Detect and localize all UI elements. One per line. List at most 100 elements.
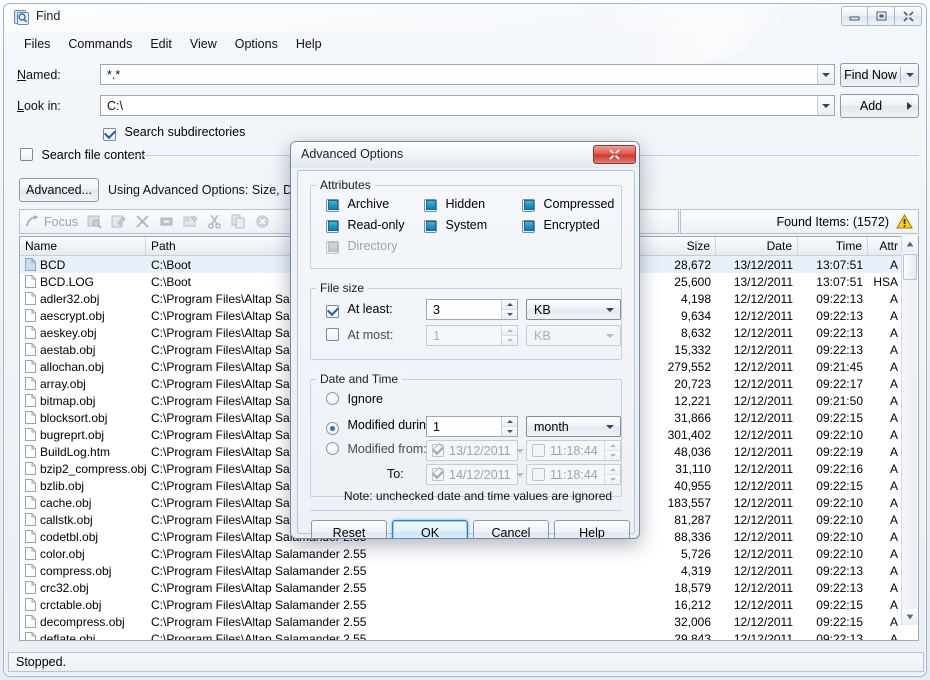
remove-icon[interactable] <box>253 213 271 231</box>
encrypted-checkbox[interactable] <box>522 219 535 233</box>
dialog-close-button[interactable] <box>593 145 636 164</box>
table-row[interactable]: compress.obj C:\Program Files\Altap Salam… <box>20 562 918 579</box>
at-most-row[interactable]: At most: <box>326 328 393 342</box>
modified-during-unit-arrow[interactable] <box>600 424 620 429</box>
column-header-attr[interactable]: Attr <box>868 237 903 255</box>
results-vertical-scrollbar[interactable] <box>901 236 918 625</box>
table-row[interactable]: crctable.obj C:\Program Files\Altap Salam… <box>20 596 918 613</box>
menu-options[interactable]: Options <box>226 35 287 53</box>
modified-from-date-dropdown-arrow <box>515 448 524 453</box>
table-row[interactable]: color.obj C:\Program Files\Altap Salamand… <box>20 545 918 562</box>
table-row[interactable]: deflate.obj C:\Program Files\Altap Salama… <box>20 630 918 641</box>
lookin-combo[interactable]: C:\ <box>100 95 835 116</box>
cell-time: 09:22:19 <box>816 444 863 459</box>
column-header-date[interactable]: Date <box>716 237 798 255</box>
attribute-compressed-row[interactable]: Compressed <box>522 197 614 212</box>
find-now-dropdown-arrow[interactable] <box>901 64 918 86</box>
named-input[interactable]: *.* <box>101 68 817 82</box>
modified-during-spin-buttons[interactable] <box>501 417 517 436</box>
hidden-checkbox[interactable] <box>424 198 437 212</box>
find-now-button[interactable]: Find Now <box>840 63 919 87</box>
at-least-unit-combo[interactable]: KB <box>526 299 621 320</box>
maximize-button[interactable] <box>868 6 895 26</box>
close-button[interactable] <box>895 6 922 26</box>
at-least-spin-buttons[interactable] <box>501 300 517 319</box>
search-file-content-label: Search file content <box>41 148 146 162</box>
scroll-down-button[interactable] <box>902 609 918 625</box>
at-least-value[interactable]: 3 <box>427 303 501 317</box>
menu-edit[interactable]: Edit <box>141 35 181 53</box>
search-subdirectories-row[interactable]: Search subdirectories <box>103 125 245 141</box>
at-least-row[interactable]: At least: <box>326 302 393 318</box>
read-only-checkbox[interactable] <box>326 219 339 233</box>
column-header-name[interactable]: Name <box>20 237 146 255</box>
scroll-thumb[interactable] <box>903 254 917 280</box>
minimize-button[interactable] <box>841 6 868 26</box>
at-most-checkbox[interactable] <box>326 328 339 341</box>
cancel-button[interactable]: Cancel <box>473 520 549 538</box>
copy-icon[interactable] <box>229 213 247 231</box>
attribute-readonly-row[interactable]: Read-only <box>326 218 404 233</box>
modified-during-spin-up[interactable] <box>502 417 517 426</box>
archive-checkbox[interactable] <box>326 198 339 212</box>
cell-name: blocksort.obj <box>20 411 146 425</box>
delete-x-icon[interactable] <box>133 213 151 231</box>
modified-during-value[interactable]: 1 <box>427 420 501 434</box>
modified-from-radio[interactable] <box>326 442 339 455</box>
search-subdirectories-checkbox[interactable] <box>103 128 116 141</box>
named-dropdown-arrow[interactable] <box>817 65 834 84</box>
cell-date: 12/12/2011 <box>733 444 793 459</box>
rename-icon[interactable] <box>181 213 199 231</box>
at-least-spin-up[interactable] <box>502 300 517 309</box>
edit-icon[interactable] <box>109 213 127 231</box>
search-file-content-row[interactable]: Search file content <box>20 148 145 162</box>
system-checkbox[interactable] <box>424 219 437 233</box>
menu-view[interactable]: View <box>181 35 226 53</box>
advanced-button[interactable]: Advanced... <box>19 178 99 202</box>
column-header-size[interactable]: Size <box>636 237 716 255</box>
help-button[interactable]: Help <box>554 520 630 538</box>
attribute-hidden-row[interactable]: Hidden <box>424 197 485 212</box>
named-combo[interactable]: *.* <box>100 64 835 85</box>
table-row[interactable]: decompress.obj C:\Program Files\Altap Sal… <box>20 613 918 630</box>
ignore-radio[interactable] <box>326 392 339 405</box>
modified-during-radio-row[interactable]: Modified during: <box>326 418 436 435</box>
modified-during-value-spinner[interactable]: 1 <box>426 416 518 437</box>
attribute-encrypted-row[interactable]: Encrypted <box>522 218 600 233</box>
lookin-input[interactable]: C:\ <box>101 99 817 113</box>
cell-time: 09:22:13 <box>816 291 863 306</box>
table-row[interactable]: crc32.obj C:\Program Files\Altap Salamand… <box>20 579 918 596</box>
modified-from-radio-row[interactable]: Modified from: <box>326 442 427 456</box>
add-dropdown-arrow[interactable] <box>901 95 918 117</box>
at-least-value-spinner[interactable]: 3 <box>426 299 518 320</box>
attribute-archive-row[interactable]: Archive <box>326 197 389 212</box>
at-least-spin-down[interactable] <box>502 309 517 319</box>
modified-during-spin-down[interactable] <box>502 426 517 436</box>
compressed-checkbox[interactable] <box>522 198 535 212</box>
focus-arrow-icon[interactable] <box>23 213 41 231</box>
at-least-checkbox[interactable] <box>326 305 339 318</box>
cell-time: 13:07:51 <box>816 257 863 272</box>
view-icon[interactable] <box>85 213 103 231</box>
add-button[interactable]: Add <box>840 94 919 118</box>
ignore-radio-row[interactable]: Ignore <box>326 392 383 406</box>
cell-size: 29,843 <box>674 631 711 641</box>
reset-button[interactable]: Reset <box>311 520 387 538</box>
menu-commands[interactable]: Commands <box>59 35 141 53</box>
modified-during-unit-combo[interactable]: month <box>526 416 621 437</box>
at-least-unit-arrow[interactable] <box>600 307 620 312</box>
column-header-time[interactable]: Time <box>798 237 868 255</box>
ok-button[interactable]: OK <box>392 520 468 538</box>
scroll-up-button[interactable] <box>902 236 918 252</box>
warning-triangle-icon[interactable] <box>896 214 913 229</box>
menu-files[interactable]: Files <box>15 35 59 53</box>
attribute-system-row[interactable]: System <box>424 218 487 233</box>
lookin-dropdown-arrow[interactable] <box>817 96 834 115</box>
named-label-rest: amed: <box>26 68 61 82</box>
at-most-value-spinner: 1 <box>426 325 518 346</box>
search-file-content-checkbox[interactable] <box>20 148 33 161</box>
properties-icon[interactable] <box>157 213 175 231</box>
menu-help[interactable]: Help <box>287 35 331 53</box>
cut-icon[interactable] <box>205 213 223 231</box>
modified-during-radio[interactable] <box>326 422 339 435</box>
